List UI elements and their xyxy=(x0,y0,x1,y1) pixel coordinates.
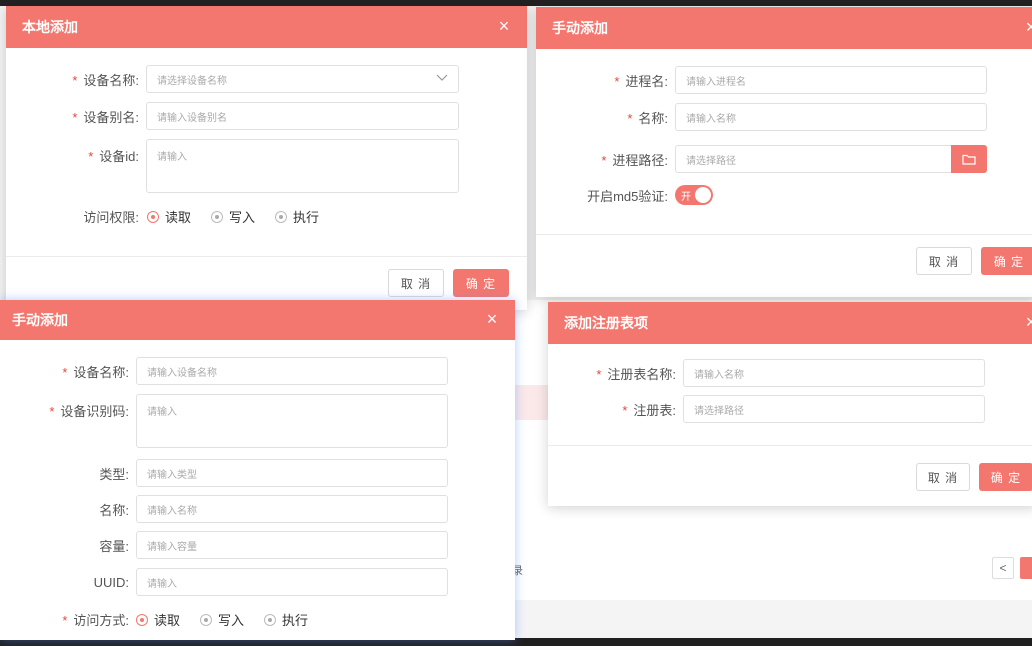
access-mode-label: * 访问方式: xyxy=(62,613,129,628)
process-path-label: * 进程路径: xyxy=(601,152,668,168)
confirm-button[interactable]: 确 定 xyxy=(453,269,509,297)
radio-write[interactable]: 写入 xyxy=(211,207,255,226)
close-icon[interactable]: × xyxy=(1022,313,1032,331)
toggle-knob xyxy=(695,187,711,203)
close-icon[interactable]: × xyxy=(483,310,501,328)
add-registry-dialog: 添加注册表项 × * 注册表名称: 请输入名称 * 注册表: 请选择路径 取 消 确… xyxy=(548,302,1032,506)
cancel-button[interactable]: 取 消 xyxy=(916,247,972,275)
device-name-label: * 设备名称: xyxy=(72,72,139,88)
dialog-title: 手动添加 xyxy=(552,20,608,36)
access-permission-radio-group: 读取 写入 执行 xyxy=(147,207,319,226)
name-input[interactable]: 请输入名称 xyxy=(136,495,448,523)
radio-write[interactable]: 写入 xyxy=(200,610,244,629)
device-code-label: * 设备识别码: xyxy=(49,404,129,419)
device-name-input[interactable]: 请输入设备名称 xyxy=(136,357,448,385)
radio-execute[interactable]: 执行 xyxy=(264,610,308,629)
radio-checked-icon xyxy=(147,210,159,223)
registry-label: * 注册表: xyxy=(622,402,676,418)
process-path-input[interactable]: 请选择路径 xyxy=(675,145,987,173)
name-label: 名称: xyxy=(99,502,129,518)
access-mode-radio-group: 读取 写入 执行 xyxy=(136,610,308,629)
divider xyxy=(548,445,1032,446)
device-name-label: * 设备名称: xyxy=(62,364,129,380)
manual-add-device-dialog: 手动添加 × * 设备名称: 请输入设备名称 * 设备识别码: 请输入 类型: 请输… xyxy=(0,300,515,640)
dialog-header: 添加注册表项 × xyxy=(548,302,1032,344)
type-label: 类型: xyxy=(99,466,129,482)
access-permission-label: 访问权限: xyxy=(83,210,139,225)
process-name-input[interactable]: 请输入进程名 xyxy=(675,66,987,94)
manual-add-process-dialog: 手动添加 × * 进程名: 请输入进程名 * 名称: 请输入名称 * 进程路径: 请选… xyxy=(536,7,1032,297)
radio-unchecked-icon xyxy=(211,210,224,223)
chevron-down-icon xyxy=(436,73,448,85)
radio-execute[interactable]: 执行 xyxy=(275,207,319,226)
radio-checked-icon xyxy=(136,613,148,626)
local-add-dialog: 本地添加 × * 设备名称: 请选择设备名称 * 设备别名: 请输入设备别名 * 设备… xyxy=(6,6,527,310)
dialog-title: 手动添加 xyxy=(12,312,68,328)
uuid-input[interactable]: 请输入 xyxy=(136,568,448,596)
divider xyxy=(536,234,1032,235)
type-input[interactable]: 请输入类型 xyxy=(136,459,448,487)
device-alias-label: * 设备别名: xyxy=(72,109,139,125)
name-input[interactable]: 请输入名称 xyxy=(675,103,987,131)
md5-toggle-switch[interactable]: 开 xyxy=(675,185,713,205)
close-icon[interactable]: × xyxy=(1022,18,1032,36)
process-name-label: * 进程名: xyxy=(614,73,668,89)
capacity-input[interactable]: 请输入容量 xyxy=(136,531,448,559)
cancel-button[interactable]: 取 消 xyxy=(916,463,970,491)
device-name-select[interactable]: 请选择设备名称 xyxy=(146,65,459,93)
dialog-header: 手动添加 × xyxy=(536,7,1032,49)
capacity-label: 容量: xyxy=(99,538,129,554)
uuid-label: UUID: xyxy=(93,574,129,590)
md5-verify-label: 开启md5验证: xyxy=(587,188,668,204)
device-code-textarea[interactable]: 请输入 xyxy=(136,394,448,448)
radio-unchecked-icon xyxy=(200,613,213,626)
radio-read[interactable]: 读取 xyxy=(136,610,180,629)
confirm-button[interactable]: 确 定 xyxy=(981,247,1032,275)
dialog-title: 本地添加 xyxy=(22,19,78,35)
registry-name-input[interactable]: 请输入名称 xyxy=(683,359,985,387)
dialog-header: 手动添加 × xyxy=(0,300,515,340)
pager-prev-button[interactable]: < xyxy=(992,557,1014,579)
cancel-button[interactable]: 取 消 xyxy=(388,269,444,297)
name-label: * 名称: xyxy=(627,110,668,126)
dialog-title: 添加注册表项 xyxy=(564,315,648,331)
radio-unchecked-icon xyxy=(264,613,277,626)
close-icon[interactable]: × xyxy=(495,17,513,35)
divider xyxy=(6,256,527,257)
device-id-textarea[interactable]: 请输入 xyxy=(146,139,459,193)
pager-active-page[interactable] xyxy=(1020,557,1032,579)
registry-name-label: * 注册表名称: xyxy=(596,366,676,382)
device-id-label: * 设备id: xyxy=(88,149,139,164)
device-alias-input[interactable]: 请输入设备别名 xyxy=(146,102,459,130)
confirm-button[interactable]: 确 定 xyxy=(979,463,1032,491)
radio-unchecked-icon xyxy=(275,210,288,223)
registry-path-input[interactable]: 请选择路径 xyxy=(683,395,985,423)
radio-read[interactable]: 读取 xyxy=(147,207,191,226)
folder-icon[interactable] xyxy=(951,145,987,173)
dialog-header: 本地添加 × xyxy=(6,6,527,48)
